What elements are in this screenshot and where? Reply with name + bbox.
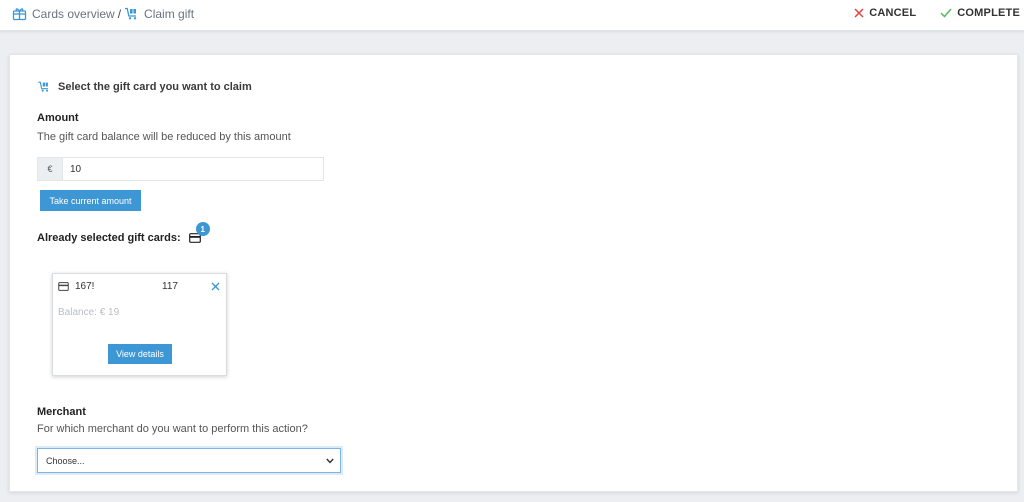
top-bar: Cards overview / Claim gift CANCEL COMPL… (0, 0, 1024, 31)
merchant-label: Merchant (37, 406, 86, 418)
amount-label: Amount (37, 112, 79, 124)
gift-card-item: 167! 117 Balance: € 19 View details (52, 273, 227, 376)
card-number-start: 167! (75, 281, 95, 292)
selected-count-badge: 1 (195, 222, 210, 236)
amount-input-group: € (37, 157, 324, 181)
cancel-button[interactable]: CANCEL (854, 7, 916, 19)
currency-addon: € (38, 158, 63, 180)
take-current-amount-button[interactable]: Take current amount (40, 190, 141, 211)
selected-cards-indicator: 1 (188, 222, 210, 244)
merchant-description: For which merchant do you want to perfor… (37, 423, 308, 435)
breadcrumb-separator: / (117, 6, 122, 21)
card-number-end: 117 (162, 281, 178, 292)
breadcrumb-label: Cards overview (32, 6, 115, 21)
breadcrumb: Cards overview / Claim gift (12, 6, 194, 21)
remove-card-button[interactable] (211, 282, 220, 291)
amount-input[interactable] (63, 158, 323, 180)
credit-card-icon (58, 282, 69, 291)
breadcrumb-cards-overview[interactable]: Cards overview (12, 6, 115, 21)
gift-box-icon (12, 6, 27, 21)
close-icon (854, 8, 864, 18)
amount-description: The gift card balance will be reduced by… (37, 131, 291, 143)
selected-cards-heading: Already selected gift cards: 1 (37, 222, 210, 244)
view-details-button[interactable]: View details (108, 344, 172, 364)
breadcrumb-label: Claim gift (144, 6, 195, 21)
gift-card-number: 167! 117 (58, 281, 178, 292)
complete-label: COMPLETE (957, 7, 1020, 19)
card-balance: Balance: € 19 (58, 307, 120, 318)
cart-gift-icon (38, 81, 49, 92)
section-title: Select the gift card you want to claim (37, 80, 252, 93)
breadcrumb-claim-gift: Claim gift (124, 6, 194, 21)
gift-card-header: 167! 117 (58, 281, 220, 292)
merchant-select[interactable]: Choose... (37, 448, 341, 473)
section-title-text: Select the gift card you want to claim (58, 80, 252, 93)
chevron-down-icon (326, 458, 334, 464)
cancel-label: CANCEL (869, 7, 917, 19)
close-icon (211, 282, 220, 291)
cart-gift-icon (124, 6, 139, 21)
claim-gift-panel: Select the gift card you want to claim A… (9, 54, 1018, 492)
check-icon (940, 8, 952, 18)
merchant-select-value: Choose... (46, 455, 85, 466)
selected-cards-label: Already selected gift cards: (37, 232, 181, 244)
header-actions: CANCEL COMPLETE (854, 7, 1020, 19)
complete-button[interactable]: COMPLETE (940, 7, 1020, 19)
